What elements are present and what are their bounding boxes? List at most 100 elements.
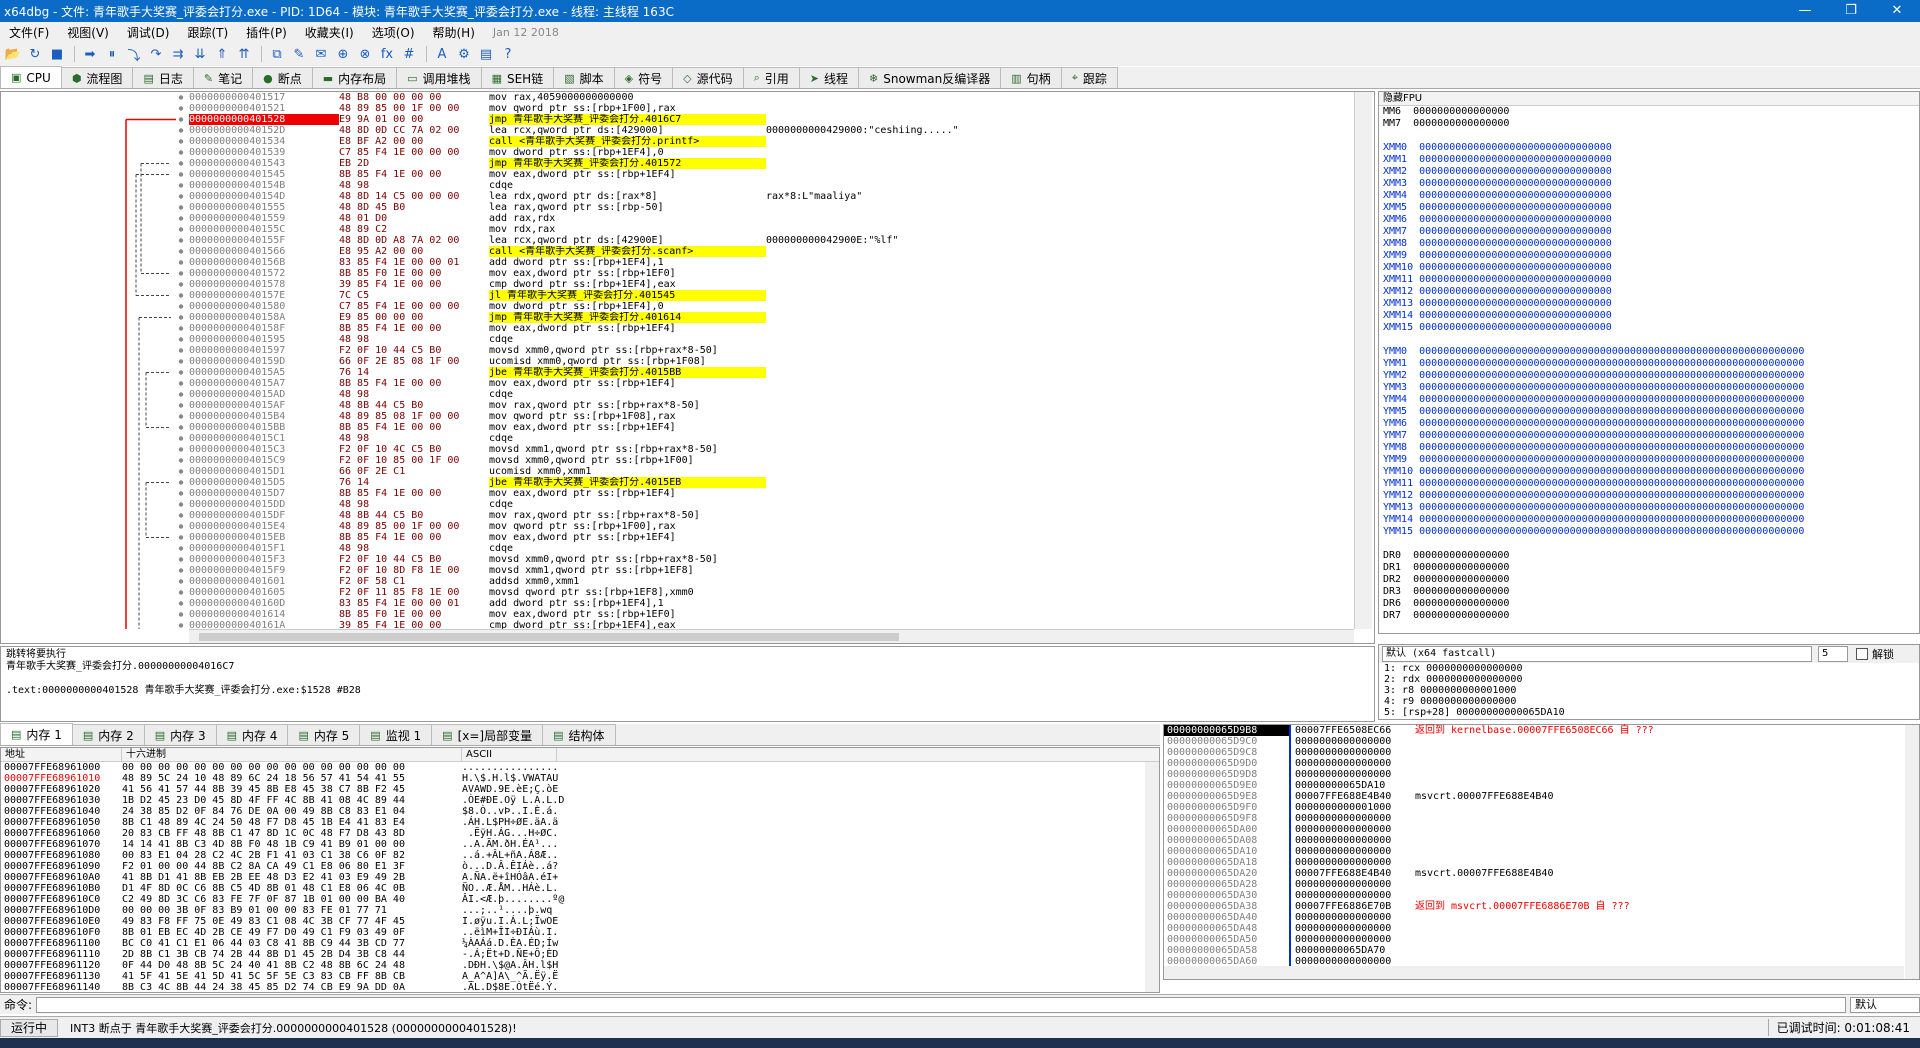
register-line[interactable]: YMM4 00000000000000000000000000000000000… (1379, 394, 1919, 406)
stack-row[interactable]: 00000000065DA20 00007FFE688E4B40 msvcrt.00… (1164, 868, 1919, 879)
register-line[interactable]: DR7 0000000000000000 (1379, 610, 1919, 622)
dump-row[interactable]: 00007FFE68961110 2D 8B C1 3B CB 74 2B 44 … (1, 949, 1159, 960)
tab-3[interactable]: ✎ 笔记 (192, 67, 254, 88)
stack-row[interactable]: 00000000065D9E8 00007FFE688E4B40 msvcrt.00… (1164, 791, 1919, 802)
disasm-instruction[interactable]: lea rcx,qword ptr ds:[429000] (489, 125, 766, 136)
register-line[interactable]: YMM12 0000000000000000000000000000000000… (1379, 490, 1919, 502)
register-line[interactable]: YMM5 00000000000000000000000000000000000… (1379, 406, 1919, 418)
dump-row[interactable]: 00007FFE68961050 8B C1 48 89 4C 24 50 48 … (1, 817, 1159, 828)
close-button[interactable]: ✕ (1874, 0, 1920, 22)
disasm-instruction[interactable]: cdqe (489, 389, 766, 400)
disasm-instruction[interactable]: lea rax,qword ptr ss:[rbp-50] (489, 202, 766, 213)
menu-item-2[interactable]: 调试(D) (118, 24, 179, 41)
register-line[interactable] (1379, 538, 1919, 550)
breakpoint-dot[interactable] (178, 117, 184, 122)
breakpoint-dot[interactable] (178, 216, 184, 221)
tab-2[interactable]: ▤ 日志 (132, 67, 194, 88)
disasm-vertical-scrollbar[interactable] (1354, 92, 1372, 629)
register-line[interactable]: YMM14 0000000000000000000000000000000000… (1379, 514, 1919, 526)
breakpoint-dot[interactable] (178, 205, 184, 210)
register-line[interactable]: YMM7 00000000000000000000000000000000000… (1379, 430, 1919, 442)
breakpoint-dot[interactable] (178, 238, 184, 243)
disasm-instruction[interactable]: cdqe (489, 180, 766, 191)
open-icon[interactable]: 📂 (3, 45, 23, 63)
disasm-address[interactable]: 0000000000401597 (189, 345, 339, 356)
register-line[interactable]: MM6 0000000000000000 (1379, 106, 1919, 118)
disasm-instruction[interactable]: call <青年歌手大奖赛_评委会打分.scanf> (489, 246, 766, 257)
dump-row[interactable]: 00007FFE689610C0 C2 49 8D 3C C6 83 FE 7F … (1, 894, 1159, 905)
dump-row[interactable]: 00007FFE68961010 48 89 5C 24 10 48 89 6C … (1, 773, 1159, 784)
breakpoint-dot[interactable] (178, 304, 184, 309)
disasm-instruction[interactable]: jbe 青年歌手大奖赛_评委会打分.4015BB (489, 367, 766, 378)
dump-tab-6[interactable]: ▤ [x=]局部变量 (431, 724, 544, 745)
breakpoint-dot[interactable] (178, 392, 184, 397)
menu-item-1[interactable]: 视图(V) (58, 24, 118, 41)
disasm-address[interactable]: 00000000004015F1 (189, 543, 339, 554)
menu-item-5[interactable]: 收藏夹(I) (296, 24, 363, 41)
command-input[interactable] (36, 996, 1846, 1013)
disasm-address[interactable]: 0000000000401566 (189, 246, 339, 257)
register-line[interactable]: XMM0 00000000000000000000000000000000 (1379, 142, 1919, 154)
dump-row[interactable]: 00007FFE689610B0 D1 4F 8D 0C C6 8B C5 4D … (1, 883, 1159, 894)
disasm-instruction[interactable]: mov rax,qword ptr ss:[rbp+rax*8-50] (489, 510, 766, 521)
stack-row[interactable]: 00000000065DA58 00000000065DA70 (1164, 945, 1919, 956)
disasm-instruction[interactable]: movsd qword ptr ss:[rbp+1EF8],xmm0 (489, 587, 766, 598)
tab-12[interactable]: ➤ 线程 (798, 67, 860, 88)
disasm-address[interactable]: 00000000004015C9 (189, 455, 339, 466)
dump-row[interactable]: 00007FFE68961000 00 00 00 00 00 00 00 00 … (1, 762, 1159, 773)
disasm-address[interactable]: 00000000004015D7 (189, 488, 339, 499)
settings-icon[interactable]: ⚙ (454, 45, 474, 63)
breakpoint-dot[interactable] (178, 480, 184, 485)
disasm-instruction[interactable]: addsd xmm0,xmm1 (489, 576, 766, 587)
disasm-instruction[interactable]: movsd xmm1,qword ptr ss:[rbp+1EF8] (489, 565, 766, 576)
disasm-instruction[interactable]: mov eax,dword ptr ss:[rbp+1EF4] (489, 422, 766, 433)
disasm-instruction[interactable]: lea rdx,qword ptr ds:[rax*8] (489, 191, 766, 202)
disasm-address[interactable]: 00000000004015B4 (189, 411, 339, 422)
dump-tab-5[interactable]: ▤ 监视 1 (359, 724, 433, 745)
tab-0[interactable]: ▣ CPU (0, 66, 62, 88)
breakpoint-dot[interactable] (178, 458, 184, 463)
disasm-address[interactable]: 0000000000401580 (189, 301, 339, 312)
stack-row[interactable]: 00000000065D9B8 00007FFE6508EC66 返回到 kerne… (1164, 725, 1919, 736)
disasm-instruction[interactable]: mov rax,4059000000000000 (489, 92, 766, 103)
step-over-icon[interactable]: ↷ (146, 45, 166, 63)
maximize-button[interactable]: ❐ (1828, 0, 1874, 22)
disasm-instruction[interactable]: ucomisd xmm0,xmm1 (489, 466, 766, 477)
log-icon[interactable]: ▤ (476, 45, 496, 63)
disasm-instruction[interactable]: add dword ptr ss:[rbp+1EF4],1 (489, 257, 766, 268)
stack-row[interactable]: 00000000065D9D0 0000000000000000 (1164, 758, 1919, 769)
patch-icon[interactable]: ✎ (289, 45, 309, 63)
disasm-instruction[interactable]: mov eax,dword ptr ss:[rbp+1EF4] (489, 323, 766, 334)
disasm-address[interactable]: 000000000040158A (189, 312, 339, 323)
breakpoint-dot[interactable] (178, 315, 184, 320)
disasm-instruction[interactable]: mov qword ptr ss:[rbp+1F00],rax (489, 521, 766, 532)
tab-5[interactable]: ▬ 内存布局 (311, 67, 398, 88)
register-line[interactable]: YMM13 0000000000000000000000000000000000… (1379, 502, 1919, 514)
step-into-icon[interactable]: ⤵ (124, 45, 144, 64)
disasm-instruction[interactable]: mov eax,dword ptr ss:[rbp+1EF4] (489, 378, 766, 389)
breakpoint-dot[interactable] (178, 172, 184, 177)
register-line[interactable]: YMM9 00000000000000000000000000000000000… (1379, 454, 1919, 466)
breakpoint-dot[interactable] (178, 425, 184, 430)
register-line[interactable]: XMM14 00000000000000000000000000000000 (1379, 310, 1919, 322)
scroll-thumb[interactable] (199, 633, 899, 641)
comment-icon[interactable]: ✉ (311, 45, 331, 63)
disasm-instruction[interactable]: cmp dword ptr ss:[rbp+1EF4],eax (489, 279, 766, 290)
register-line[interactable]: XMM3 00000000000000000000000000000000 (1379, 178, 1919, 190)
run-to-user-code-icon[interactable]: ⇈ (234, 45, 254, 63)
breakpoint-dot[interactable] (178, 579, 184, 584)
breakpoint-dot[interactable] (178, 271, 184, 276)
disasm-instruction[interactable]: add rax,rdx (489, 213, 766, 224)
breakpoint-dot[interactable] (178, 128, 184, 133)
disasm-instruction[interactable]: mov eax,dword ptr ss:[rbp+1EF0] (489, 609, 766, 620)
dump-scrollbar[interactable] (1145, 762, 1159, 992)
stack-view[interactable]: 00000000065D9B8 00007FFE6508EC66 返回到 kerne… (1163, 724, 1920, 980)
disasm-instruction[interactable]: movsd xmm0,qword ptr ss:[rbp+1F00] (489, 455, 766, 466)
register-line[interactable]: XMM1 00000000000000000000000000000000 (1379, 154, 1919, 166)
disasm-address[interactable]: 0000000000401539 (189, 147, 339, 158)
disasm-instruction[interactable]: cdqe (489, 334, 766, 345)
dump-row[interactable]: 00007FFE689610F0 8B 01 EB EC 4D 2B CE 49 … (1, 927, 1159, 938)
dump-row[interactable]: 00007FFE68961030 1B D2 45 23 D0 45 8D 4F … (1, 795, 1159, 806)
dump-row[interactable]: 00007FFE68961120 0F 44 D0 48 8B 5C 24 40 … (1, 960, 1159, 971)
trace-into-icon[interactable]: ⇉ (168, 45, 188, 63)
